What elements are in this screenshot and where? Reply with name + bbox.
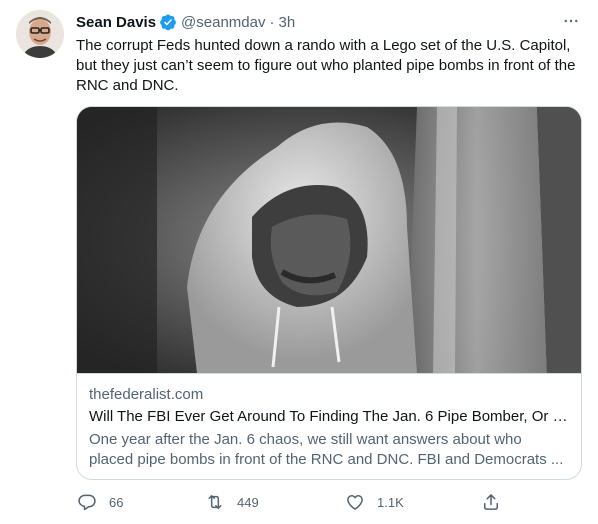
share-icon (480, 491, 502, 513)
card-description-line-2: placed pipe bombs in front of the RNC an… (89, 451, 564, 468)
card-body[interactable]: thefederalist.com Will The FBI Ever Get … (77, 373, 581, 479)
like-count: 1.1K (377, 494, 404, 510)
avatar-photo (16, 10, 64, 58)
card-description-line-1: One year after the Jan. 6 chaos, we stil… (89, 431, 522, 448)
card-image[interactable] (77, 107, 581, 373)
retweet-button[interactable]: 449 (204, 490, 259, 514)
like-button[interactable]: 1.1K (344, 490, 404, 514)
card-title: Will The FBI Ever Get Around To Finding … (89, 408, 569, 425)
retweet-count: 449 (237, 494, 259, 510)
avatar[interactable] (16, 10, 64, 58)
tweet-actions: 66 449 1.1K (76, 490, 498, 514)
tweet-text: The corrupt Feds hunted down a rando wit… (76, 37, 576, 94)
reply-button[interactable]: 66 (76, 490, 123, 514)
tweet-header: Sean Davis @seanmdav · 3h (76, 12, 582, 32)
card-domain: thefederalist.com (89, 386, 204, 403)
share-button[interactable] (480, 490, 502, 514)
author-name[interactable]: Sean Davis (76, 14, 156, 31)
security-footage-image (77, 107, 581, 373)
link-card[interactable]: thefederalist.com Will The FBI Ever Get … (76, 106, 582, 480)
card-description: One year after the Jan. 6 chaos, we stil… (89, 430, 569, 470)
reply-count: 66 (109, 494, 124, 510)
heart-icon (344, 491, 366, 513)
tweet[interactable]: Sean Davis @seanmdav · 3h The corrupt Fe… (0, 0, 598, 524)
separator-dot: · (269, 13, 275, 31)
retweet-icon (204, 491, 226, 513)
author-handle[interactable]: @seanmdav (181, 14, 265, 31)
tweet-time[interactable]: 3h (278, 14, 295, 31)
more-options-icon[interactable] (560, 10, 582, 32)
reply-icon (76, 491, 98, 513)
verified-badge-icon (159, 13, 177, 31)
